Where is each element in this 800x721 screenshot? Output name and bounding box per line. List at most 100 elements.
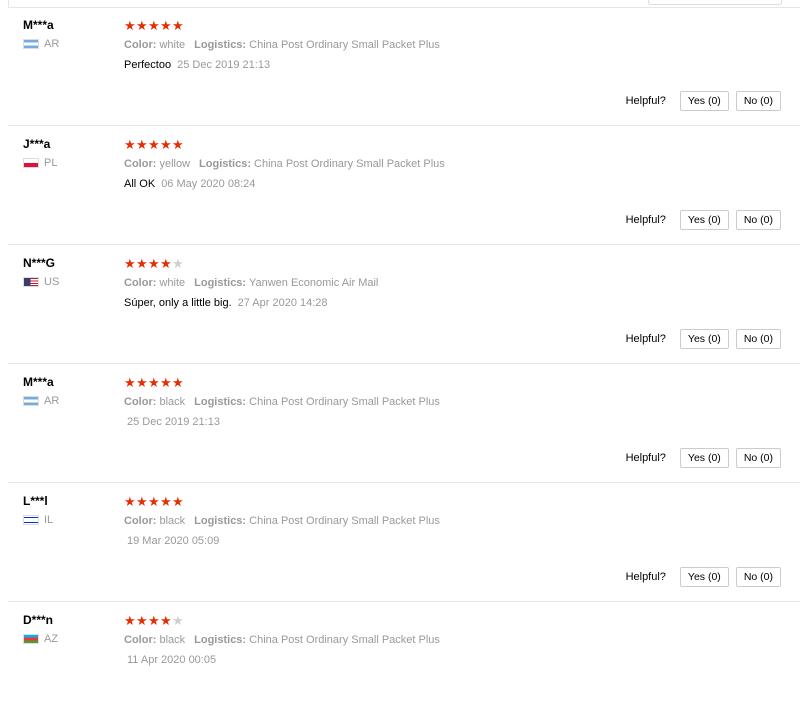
flag-il-icon: [23, 515, 39, 525]
reviewer-info: M***a AR: [23, 375, 59, 407]
star-rating: ★ ★ ★ ★ ★: [124, 18, 684, 32]
star-filled-icon: ★: [172, 493, 184, 509]
helpful-no-button[interactable]: No (0): [735, 567, 781, 587]
star-filled-icon: ★: [172, 136, 184, 152]
logistics-value: China Post Ordinary Small Packet Plus: [249, 515, 440, 527]
helpful-controls: Helpful? Yes (0) No (0): [626, 329, 781, 349]
helpful-yes-button[interactable]: Yes (0): [679, 567, 729, 587]
country-code: AR: [44, 395, 60, 407]
star-filled-icon: ★: [136, 493, 148, 509]
flag-ar-icon: [23, 396, 39, 406]
review-item: N***G US ★ ★ ★ ★ ★ Color: white Logistics: Ya…: [8, 245, 800, 364]
color-value: black: [159, 634, 186, 646]
review-item: L***l IL ★ ★ ★ ★ ★ Color: black Logistics: Ch…: [8, 483, 800, 602]
review-item: M***a AR ★ ★ ★ ★ ★ Color: black Logistics: Ch…: [8, 364, 800, 483]
reviewer-country: AR: [23, 395, 59, 407]
star-filled-icon: ★: [148, 374, 160, 390]
star-filled-icon: ★: [136, 136, 148, 152]
star-filled-icon: ★: [136, 255, 148, 271]
helpful-yes-button[interactable]: Yes (0): [679, 91, 729, 111]
helpful-no-button[interactable]: No (0): [735, 329, 781, 349]
review-body: ★ ★ ★ ★ ★ Color: black Logistics: China Post …: [124, 375, 684, 429]
sort-dropdown[interactable]: [648, 0, 782, 5]
helpful-label: Helpful?: [625, 571, 666, 583]
helpful-no-button[interactable]: No (0): [735, 448, 781, 468]
helpful-no-button[interactable]: No (0): [735, 91, 781, 111]
color-label: Color:: [124, 277, 157, 289]
star-filled-icon: ★: [124, 612, 136, 628]
reviewer-name: M***a: [23, 18, 54, 32]
star-empty-icon: ★: [172, 612, 184, 628]
helpful-label: Helpful?: [625, 95, 666, 107]
review-attributes: Color: black Logistics: China Post Ordina…: [124, 395, 684, 409]
color-label: Color:: [124, 634, 157, 646]
review-body: ★ ★ ★ ★ ★ Color: black Logistics: China Post …: [124, 494, 684, 548]
review-content: 19 Mar 2020 05:09: [124, 534, 684, 548]
review-content: 11 Apr 2020 00:05: [124, 653, 684, 667]
reviewer-name: L***l: [23, 494, 48, 508]
reviewer-info: J***a PL: [23, 137, 57, 169]
star-filled-icon: ★: [160, 136, 172, 152]
helpful-yes-button[interactable]: Yes (0): [679, 448, 729, 468]
helpful-controls: Helpful? Yes (0) No (0): [626, 210, 781, 230]
color-value: white: [159, 277, 186, 289]
color-value: black: [159, 396, 186, 408]
review-text: Perfectoo: [124, 59, 172, 71]
logistics-label: Logistics:: [194, 39, 247, 51]
review-body: ★ ★ ★ ★ ★ Color: white Logistics: China Post …: [124, 18, 684, 72]
star-filled-icon: ★: [136, 612, 148, 628]
reviewer-info: M***a AR: [23, 18, 59, 50]
country-code: PL: [44, 157, 58, 169]
star-filled-icon: ★: [148, 612, 160, 628]
review-date: 19 Mar 2020 05:09: [127, 535, 220, 547]
review-text: All OK: [124, 178, 156, 190]
helpful-yes-button[interactable]: Yes (0): [679, 329, 729, 349]
helpful-no-button[interactable]: No (0): [735, 210, 781, 230]
review-attributes: Color: black Logistics: China Post Ordina…: [124, 633, 684, 647]
review-date: 11 Apr 2020 00:05: [127, 654, 217, 666]
star-filled-icon: ★: [124, 255, 136, 271]
color-label: Color:: [124, 158, 157, 170]
review-attributes: Color: black Logistics: China Post Ordina…: [124, 514, 684, 528]
review-body: ★ ★ ★ ★ ★ Color: black Logistics: China Post …: [124, 613, 684, 667]
star-rating: ★ ★ ★ ★ ★: [124, 256, 684, 270]
helpful-label: Helpful?: [625, 452, 666, 464]
review-content: 25 Dec 2019 21:13: [124, 415, 684, 429]
helpful-label: Helpful?: [625, 214, 666, 226]
review-text: Súper, only a little big.: [124, 297, 232, 309]
reviewer-info: L***l IL: [23, 494, 53, 526]
reviewer-info: N***G US: [23, 256, 59, 288]
star-rating: ★ ★ ★ ★ ★: [124, 137, 684, 151]
color-label: Color:: [124, 39, 157, 51]
review-attributes: Color: white Logistics: Yanwen Economic A…: [124, 276, 684, 290]
review-body: ★ ★ ★ ★ ★ Color: white Logistics: Yanwen Econ…: [124, 256, 684, 310]
star-rating: ★ ★ ★ ★ ★: [124, 375, 684, 389]
color-value: black: [159, 515, 186, 527]
reviewer-country: AR: [23, 38, 59, 50]
review-item: D***n AZ ★ ★ ★ ★ ★ Color: black Logistics: Ch…: [8, 602, 800, 721]
logistics-value: China Post Ordinary Small Packet Plus: [249, 396, 440, 408]
star-filled-icon: ★: [136, 17, 148, 33]
review-content: All OK 06 May 2020 08:24: [124, 177, 684, 191]
star-filled-icon: ★: [124, 17, 136, 33]
star-filled-icon: ★: [124, 136, 136, 152]
star-filled-icon: ★: [136, 374, 148, 390]
review-content: Perfectoo 25 Dec 2019 21:13: [124, 58, 684, 72]
helpful-controls: Helpful? Yes (0) No (0): [626, 91, 781, 111]
review-date: 27 Apr 2020 14:28: [237, 297, 328, 309]
flag-us-icon: [23, 277, 39, 287]
logistics-value: China Post Ordinary Small Packet Plus: [249, 39, 440, 51]
helpful-label: Helpful?: [625, 333, 666, 345]
review-attributes: Color: white Logistics: China Post Ordina…: [124, 38, 684, 52]
reviewer-name: D***n: [23, 613, 54, 627]
color-value: yellow: [159, 158, 191, 170]
review-date: 25 Dec 2019 21:13: [127, 416, 220, 428]
country-code: US: [44, 276, 60, 288]
country-code: AZ: [44, 633, 59, 645]
star-filled-icon: ★: [124, 374, 136, 390]
logistics-value: China Post Ordinary Small Packet Plus: [254, 158, 445, 170]
logistics-value: Yanwen Economic Air Mail: [248, 277, 379, 289]
flag-ar-icon: [23, 39, 39, 49]
helpful-controls: Helpful? Yes (0) No (0): [626, 567, 781, 587]
helpful-yes-button[interactable]: Yes (0): [679, 210, 729, 230]
